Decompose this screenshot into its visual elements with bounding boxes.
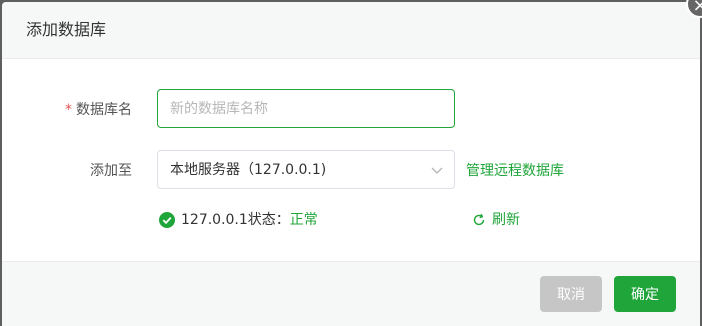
cancel-button[interactable]: 取消 <box>540 276 602 312</box>
status-value: 正常 <box>289 212 318 228</box>
refresh-button[interactable]: 刷新 <box>472 210 520 230</box>
dialog-footer: 取消 确定 <box>2 261 700 326</box>
refresh-icon <box>473 213 485 226</box>
status-text: 127.0.0.1状态： <box>181 212 290 228</box>
server-status: 127.0.0.1状态： 正常 <box>159 210 318 230</box>
check-circle-icon <box>159 212 175 228</box>
dialog-title: 添加数据库 <box>26 20 107 39</box>
chevron-down-icon <box>431 167 443 174</box>
target-label: 添加至 <box>90 163 132 179</box>
required-mark: * <box>65 102 72 118</box>
refresh-label: 刷新 <box>492 212 520 228</box>
target-server-value: 本地服务器（127.0.0.1) <box>170 162 327 178</box>
database-name-label: * 数据库名 <box>65 102 132 118</box>
add-database-dialog: 添加数据库 *数据库名 添加至 本地服务器（127.0.0.1) 管理远程数据库… <box>2 2 700 326</box>
target-server-select[interactable]: 本地服务器（127.0.0.1) <box>157 150 455 189</box>
confirm-button[interactable]: 确定 <box>614 276 676 312</box>
dialog-header: 添加数据库 <box>2 2 700 59</box>
database-name-input[interactable] <box>157 89 455 128</box>
manage-remote-database-link[interactable]: 管理远程数据库 <box>466 161 564 181</box>
